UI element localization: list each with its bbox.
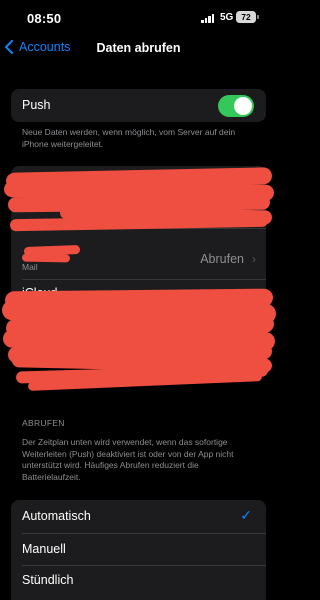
option-label: Automatisch bbox=[22, 509, 91, 523]
cellular-signal-icon bbox=[201, 14, 215, 23]
network-type: 5G bbox=[220, 12, 234, 23]
battery-icon: 72 bbox=[236, 11, 256, 23]
option-automatic[interactable]: Automatisch ✓ bbox=[11, 500, 266, 533]
chevron-right-icon: › bbox=[252, 252, 256, 266]
push-toggle[interactable] bbox=[218, 95, 254, 117]
account-subtitle: Mail bbox=[22, 262, 38, 272]
fetch-mode-value: Abrufen bbox=[200, 252, 244, 266]
push-group: Push bbox=[11, 89, 266, 122]
option-hourly[interactable]: Stündlich bbox=[11, 566, 266, 600]
battery-tip bbox=[257, 15, 259, 19]
redaction-mark bbox=[21, 253, 71, 263]
checkmark-icon: ✓ bbox=[240, 507, 252, 523]
push-label: Push bbox=[22, 98, 51, 112]
fetch-section-header: ABRUFEN bbox=[22, 418, 65, 428]
fetch-footnote: Der Zeitplan unten wird verwendet, wenn … bbox=[22, 437, 234, 482]
page-title: Daten abrufen bbox=[96, 41, 181, 55]
option-label: Manuell bbox=[22, 542, 66, 556]
toggle-knob bbox=[234, 97, 252, 115]
option-label: Stündlich bbox=[22, 573, 74, 587]
navigation-bar: Accounts Daten abrufen bbox=[0, 36, 277, 64]
push-row: Push bbox=[11, 89, 266, 122]
status-time: 08:50 bbox=[27, 11, 62, 26]
fetch-options-group: Automatisch ✓ Manuell Stündlich bbox=[11, 500, 266, 600]
push-footnote: Neue Daten werden, wenn möglich, vom Ser… bbox=[22, 127, 236, 149]
status-bar: 08:50 5G 72 bbox=[0, 0, 277, 36]
option-manual[interactable]: Manuell bbox=[11, 534, 266, 565]
battery-level: 72 bbox=[241, 12, 251, 22]
